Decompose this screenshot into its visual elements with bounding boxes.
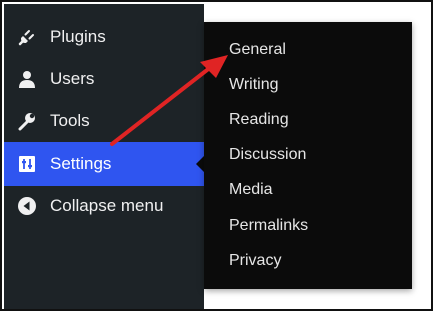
submenu-item-reading[interactable]: Reading — [229, 111, 289, 129]
submenu-item-discussion[interactable]: Discussion — [229, 146, 306, 164]
sidebar-item-plugins[interactable]: Plugins — [4, 16, 204, 58]
sidebar-item-label: Settings — [50, 154, 112, 173]
sidebar-item-users[interactable]: Users — [4, 58, 204, 100]
submenu-item-writing[interactable]: Writing — [229, 76, 279, 94]
settings-sliders-icon — [16, 153, 38, 175]
settings-submenu: General Writing Reading Discussion Media… — [204, 22, 412, 289]
sidebar-item-tools[interactable]: Tools — [4, 100, 204, 142]
wrench-icon — [16, 110, 38, 132]
submenu-item-general[interactable]: General — [229, 41, 286, 59]
submenu-item-media[interactable]: Media — [229, 181, 273, 199]
sidebar-item-label: Users — [50, 69, 95, 88]
plug-icon — [16, 26, 38, 48]
collapse-icon — [16, 195, 38, 217]
screenshot-frame: Plugins Users Tools Settings Collapse me… — [0, 0, 433, 311]
submenu-item-privacy[interactable]: Privacy — [229, 252, 281, 270]
sidebar-item-label: Collapse menu — [50, 196, 164, 215]
collapse-menu-button[interactable]: Collapse menu — [4, 185, 204, 227]
submenu-item-permalinks[interactable]: Permalinks — [229, 217, 308, 235]
sidebar-item-label: Tools — [50, 111, 90, 130]
sidebar-item-label: Plugins — [50, 27, 106, 46]
user-icon — [16, 68, 38, 90]
active-indicator — [196, 156, 204, 172]
sidebar-item-settings[interactable]: Settings — [4, 142, 204, 186]
admin-sidebar: Plugins Users Tools Settings Collapse me… — [4, 4, 204, 309]
